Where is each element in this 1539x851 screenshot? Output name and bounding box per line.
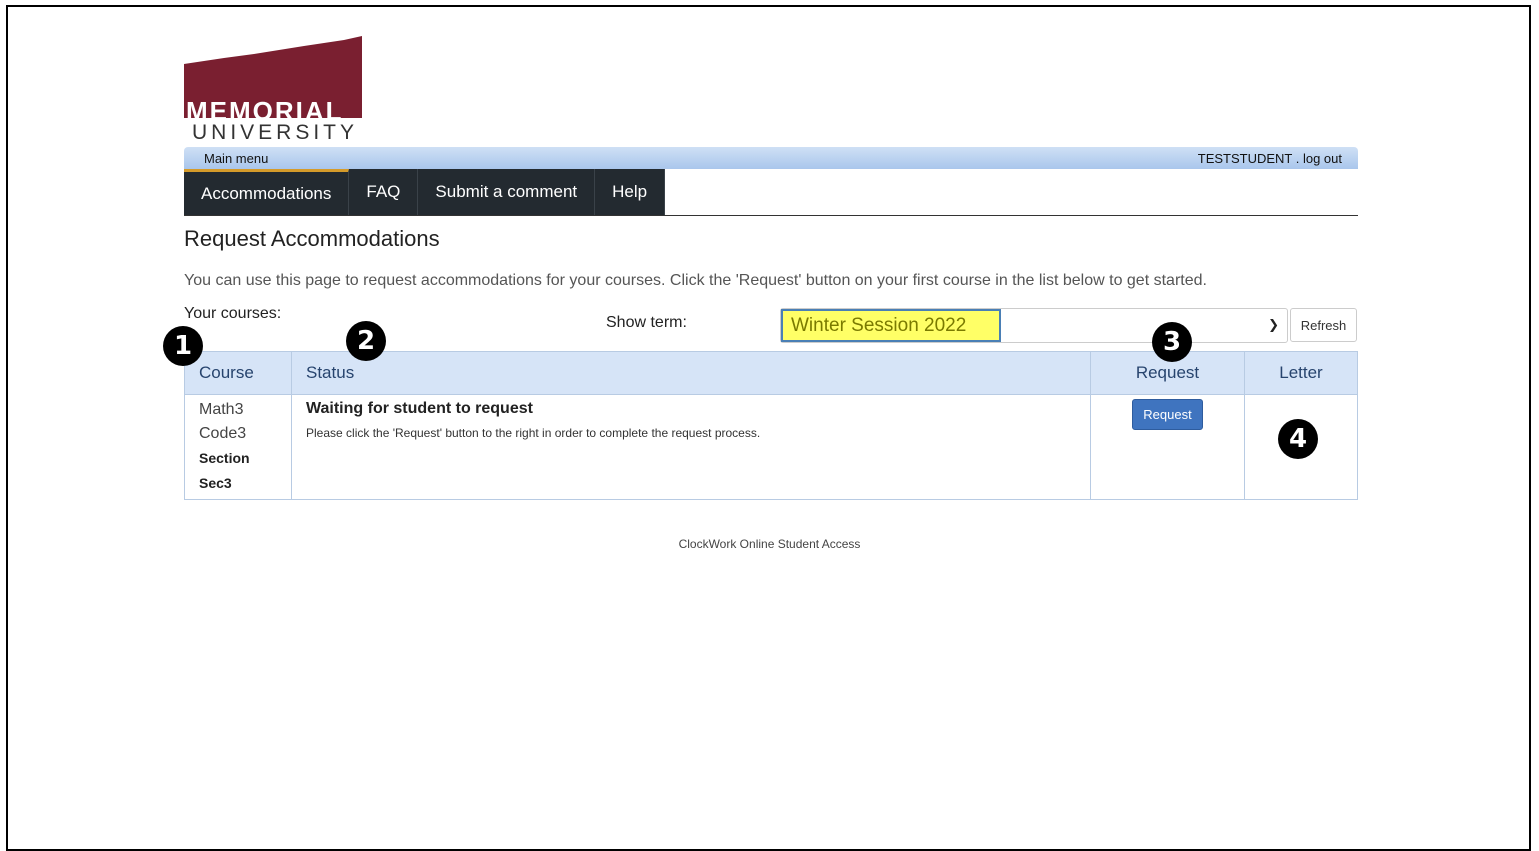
request-cell: Request <box>1091 395 1245 499</box>
annotation-badge-4: 4 <box>1278 419 1318 459</box>
intro-text: You can use this page to request accommo… <box>184 272 1207 289</box>
courses-table: Course Status Request Letter Math3 Code3… <box>184 351 1358 500</box>
main-nav: Accommodations FAQ Submit a comment Help <box>184 169 666 216</box>
course-name: Math3 <box>199 401 244 418</box>
term-selected-value: Winter Session 2022 <box>781 309 1001 342</box>
chevron-down-icon: ❯ <box>1268 317 1279 332</box>
nav-help[interactable]: Help <box>595 169 666 216</box>
logo-word-university: UNIVERSITY <box>192 121 359 144</box>
show-term-label: Show term: <box>606 314 687 331</box>
term-select[interactable]: Winter Session 2022 ❯ <box>780 308 1288 343</box>
page-title: Request Accommodations <box>184 226 440 251</box>
top-bar: Main menu TESTSTUDENT . log out <box>184 147 1358 169</box>
status-description: Please click the 'Request' button to the… <box>306 426 761 440</box>
section-label: Section <box>199 450 250 466</box>
your-courses-label: Your courses: <box>184 305 282 322</box>
header-letter: Letter <box>1279 363 1323 382</box>
annotation-badge-1: 1 <box>163 326 203 366</box>
footer-text: ClockWork Online Student Access <box>678 537 861 551</box>
nav-divider <box>184 215 1358 216</box>
section-value: Sec3 <box>199 475 232 491</box>
status-cell: Waiting for student to request Please cl… <box>292 395 1091 499</box>
annotation-badge-3: 3 <box>1152 322 1192 362</box>
request-button[interactable]: Request <box>1132 399 1203 430</box>
annotation-badge-2: 2 <box>346 321 386 361</box>
nav-faq[interactable]: FAQ <box>349 169 419 216</box>
header-course: Course <box>185 352 292 394</box>
course-cell: Math3 Code3 Section Sec3 <box>185 395 292 499</box>
course-code: Code3 <box>199 425 247 442</box>
user-logout-link[interactable]: TESTSTUDENT . log out <box>1198 151 1342 166</box>
status-title: Waiting for student to request <box>306 400 533 417</box>
main-menu-link[interactable]: Main menu <box>204 151 268 166</box>
table-row: Math3 Code3 Section Sec3 Waiting for stu… <box>185 395 1357 499</box>
nav-submit-comment[interactable]: Submit a comment <box>418 169 596 216</box>
refresh-button[interactable]: Refresh <box>1290 308 1357 342</box>
nav-accommodations[interactable]: Accommodations <box>184 169 350 216</box>
header-status: Status <box>292 352 1091 394</box>
